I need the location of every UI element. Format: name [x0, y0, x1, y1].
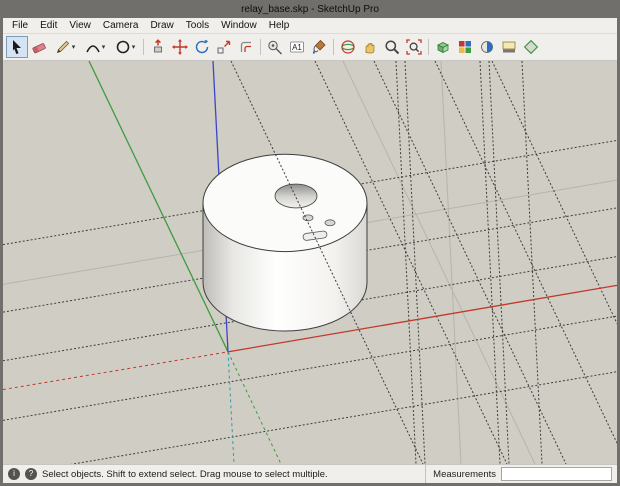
- circle-icon: [115, 39, 131, 55]
- zoom-extents-button[interactable]: [403, 36, 425, 58]
- materials-button[interactable]: [454, 36, 476, 58]
- move-icon: [172, 39, 188, 55]
- shadows-icon: [501, 39, 517, 55]
- pushpull-icon: [150, 39, 166, 55]
- move-button[interactable]: [169, 36, 191, 58]
- zoomext-icon: [406, 39, 422, 55]
- title-bar[interactable]: relay_base.skp - SketchUp Pro: [3, 0, 617, 18]
- scale-icon: [216, 39, 232, 55]
- dropdown-caret-icon[interactable]: ▾: [132, 43, 136, 51]
- eraser-button[interactable]: [28, 36, 50, 58]
- styles-button[interactable]: [476, 36, 498, 58]
- 3d-viewport[interactable]: [3, 61, 617, 464]
- info-icon[interactable]: i: [8, 468, 20, 480]
- make-component-button[interactable]: [432, 36, 454, 58]
- menu-view[interactable]: View: [63, 19, 97, 32]
- pencil-icon: [55, 39, 71, 55]
- line-button[interactable]: ▾: [50, 36, 80, 58]
- toolbar-separator: [257, 37, 264, 57]
- text-button[interactable]: [286, 36, 308, 58]
- model-cylinder[interactable]: [203, 154, 367, 331]
- menu-camera[interactable]: Camera: [97, 19, 145, 32]
- pan-button[interactable]: [359, 36, 381, 58]
- zoom-button[interactable]: [381, 36, 403, 58]
- cylinder-top-hole[interactable]: [275, 184, 317, 208]
- scale-button[interactable]: [213, 36, 235, 58]
- viewport-panel: [3, 61, 617, 464]
- orbit-icon: [340, 39, 356, 55]
- menu-tools[interactable]: Tools: [180, 19, 215, 32]
- cursor-icon: [9, 39, 25, 55]
- paint-icon: [311, 39, 327, 55]
- menu-draw[interactable]: Draw: [144, 19, 179, 32]
- small-hole-2[interactable]: [325, 220, 335, 226]
- menu-edit[interactable]: Edit: [34, 19, 63, 32]
- app-window: relay_base.skp - SketchUp Pro FileEditVi…: [0, 0, 620, 486]
- eraser-icon: [31, 39, 47, 55]
- menu-window[interactable]: Window: [215, 19, 263, 32]
- status-bar: i ? Select objects. Shift to extend sele…: [3, 464, 617, 483]
- text-icon: [289, 39, 305, 55]
- shadows-button[interactable]: [498, 36, 520, 58]
- arc-icon: [85, 39, 101, 55]
- toolbar-separator: [330, 37, 337, 57]
- pan-icon: [362, 39, 378, 55]
- measurements-input[interactable]: [501, 467, 612, 481]
- help-icon[interactable]: ?: [25, 468, 37, 480]
- app-frame: FileEditViewCameraDrawToolsWindowHelp ▾▾…: [3, 18, 617, 483]
- dropdown-caret-icon[interactable]: ▾: [72, 43, 76, 51]
- component-icon: [435, 39, 451, 55]
- menu-bar: FileEditViewCameraDrawToolsWindowHelp: [3, 18, 617, 34]
- select-button[interactable]: [6, 36, 28, 58]
- menu-help[interactable]: Help: [263, 19, 296, 32]
- measurements-area: Measurements: [425, 465, 612, 483]
- rotate-button[interactable]: [191, 36, 213, 58]
- menu-file[interactable]: File: [6, 19, 34, 32]
- styles-icon: [479, 39, 495, 55]
- shapes-button[interactable]: ▾: [110, 36, 140, 58]
- toolbar-separator: [425, 37, 432, 57]
- window-title: relay_base.skp - SketchUp Pro: [241, 4, 379, 15]
- tape-icon: [267, 39, 283, 55]
- dropdown-caret-icon[interactable]: ▾: [102, 43, 106, 51]
- push-pull-button[interactable]: [147, 36, 169, 58]
- offset-button[interactable]: [235, 36, 257, 58]
- toolbar: ▾ ▾ ▾: [3, 34, 617, 61]
- paint-bucket-button[interactable]: [308, 36, 330, 58]
- measurements-label: Measurements: [433, 469, 496, 480]
- zoom-icon: [384, 39, 400, 55]
- arc-button[interactable]: ▾: [80, 36, 110, 58]
- status-hint: Select objects. Shift to extend select. …: [42, 469, 328, 480]
- rotate-icon: [194, 39, 210, 55]
- tape-measure-button[interactable]: [264, 36, 286, 58]
- section-plane-button[interactable]: [520, 36, 542, 58]
- offset-icon: [238, 39, 254, 55]
- section-icon: [523, 39, 539, 55]
- orbit-button[interactable]: [337, 36, 359, 58]
- materials-icon: [457, 39, 473, 55]
- toolbar-separator: [140, 37, 147, 57]
